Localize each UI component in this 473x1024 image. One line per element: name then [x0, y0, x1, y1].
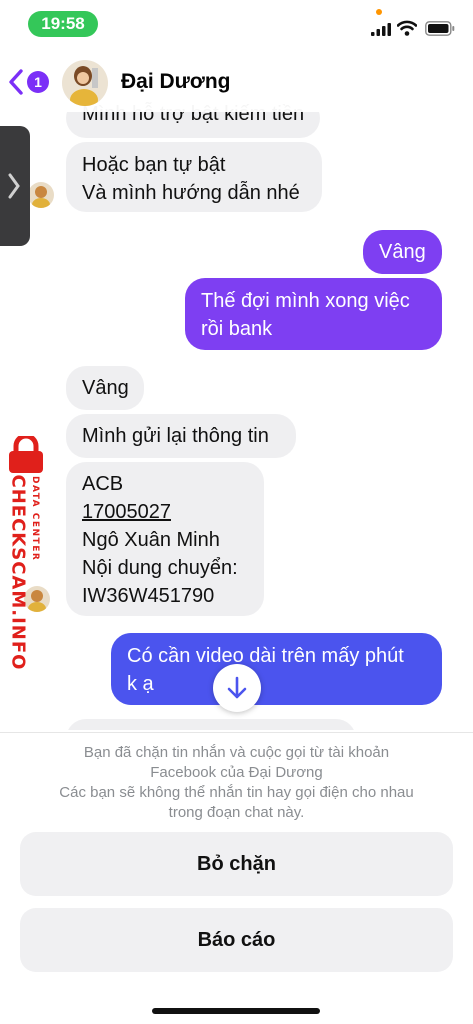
message-text: IW36W451790 — [82, 585, 215, 607]
report-button[interactable]: Báo cáo — [20, 908, 453, 972]
blocked-notice-line: Facebook của Đại Dương — [150, 764, 323, 781]
message-text: ACB — [82, 473, 124, 495]
message-text: Thế đợi mình xong việc — [201, 290, 410, 312]
checkscam-watermark: CHECKSCAM.INFO DATA CENTER — [0, 436, 50, 671]
message-text: Có cần video dài trên mấy phút — [127, 645, 404, 667]
message-bubble-outgoing[interactable]: Có cần video dài trên mấy phút k ạ — [111, 633, 442, 705]
message-bubble-outgoing[interactable]: Thế đợi mình xong việc rồi bank — [185, 278, 442, 350]
scroll-to-bottom-button[interactable] — [213, 664, 261, 712]
contact-avatar-small — [28, 182, 54, 208]
message-text: Nội dung chuyển: — [82, 557, 238, 579]
unread-count-badge[interactable]: 1 — [27, 71, 49, 93]
chevron-right-icon — [8, 173, 20, 199]
message-text: k ạ — [127, 673, 154, 695]
message-text: rồi bank — [201, 318, 273, 340]
contact-avatar[interactable] — [62, 60, 108, 106]
message-bubble-outgoing[interactable]: Vâng — [363, 230, 442, 274]
message-bubble-incoming[interactable]: Hoặc bạn tự bật Và mình hướng dẫn nhé — [66, 142, 322, 212]
padlock-icon — [9, 436, 43, 473]
watermark-label: DATA CENTER — [30, 476, 40, 562]
blocked-notice-text: Bạn đã chặn tin nhắn và cuộc gọi từ tài … — [20, 743, 453, 823]
message-text: Hoặc bạn tự bật — [82, 154, 226, 176]
message-bubble-incoming[interactable]: Vâng — [66, 366, 144, 410]
home-indicator[interactable] — [152, 1008, 320, 1014]
blocked-notice-line: Bạn đã chặn tin nhắn và cuộc gọi từ tài … — [83, 744, 390, 761]
blocked-notice-line: Các bạn sẽ không thể nhắn tin hay gọi đi… — [59, 784, 414, 801]
message-text: Vâng — [379, 241, 426, 263]
chat-header: 1 Đại Dương — [0, 52, 473, 112]
message-bubble-incoming[interactable]: Mình gửi lại thông tin — [66, 414, 296, 458]
message-text: Mình gửi lại thông tin — [82, 425, 269, 447]
message-bubble-incoming[interactable]: ACB 17005027 Ngô Xuân Minh Nội dung chuy… — [66, 462, 264, 616]
message-text: Và mình hướng dẫn nhé — [82, 182, 300, 204]
back-chevron-icon[interactable] — [8, 68, 24, 96]
message-text: Vâng — [82, 377, 129, 399]
message-bubble-incoming-partial[interactable] — [66, 719, 356, 730]
arrow-down-icon — [227, 676, 247, 699]
contact-name[interactable]: Đại Dương — [121, 70, 230, 94]
watermark-brand: CHECKSCAM.INFO — [7, 474, 29, 671]
unblock-button[interactable]: Bỏ chặn — [20, 832, 453, 896]
side-panel-handle[interactable] — [0, 126, 30, 246]
blocked-notice-line: trong đoạn chat này. — [168, 804, 305, 821]
blocked-notice-panel: Bạn đã chặn tin nhắn và cuộc gọi từ tài … — [0, 732, 473, 1024]
account-number-link[interactable]: 17005027 — [82, 498, 248, 526]
message-text: Ngô Xuân Minh — [82, 529, 220, 551]
